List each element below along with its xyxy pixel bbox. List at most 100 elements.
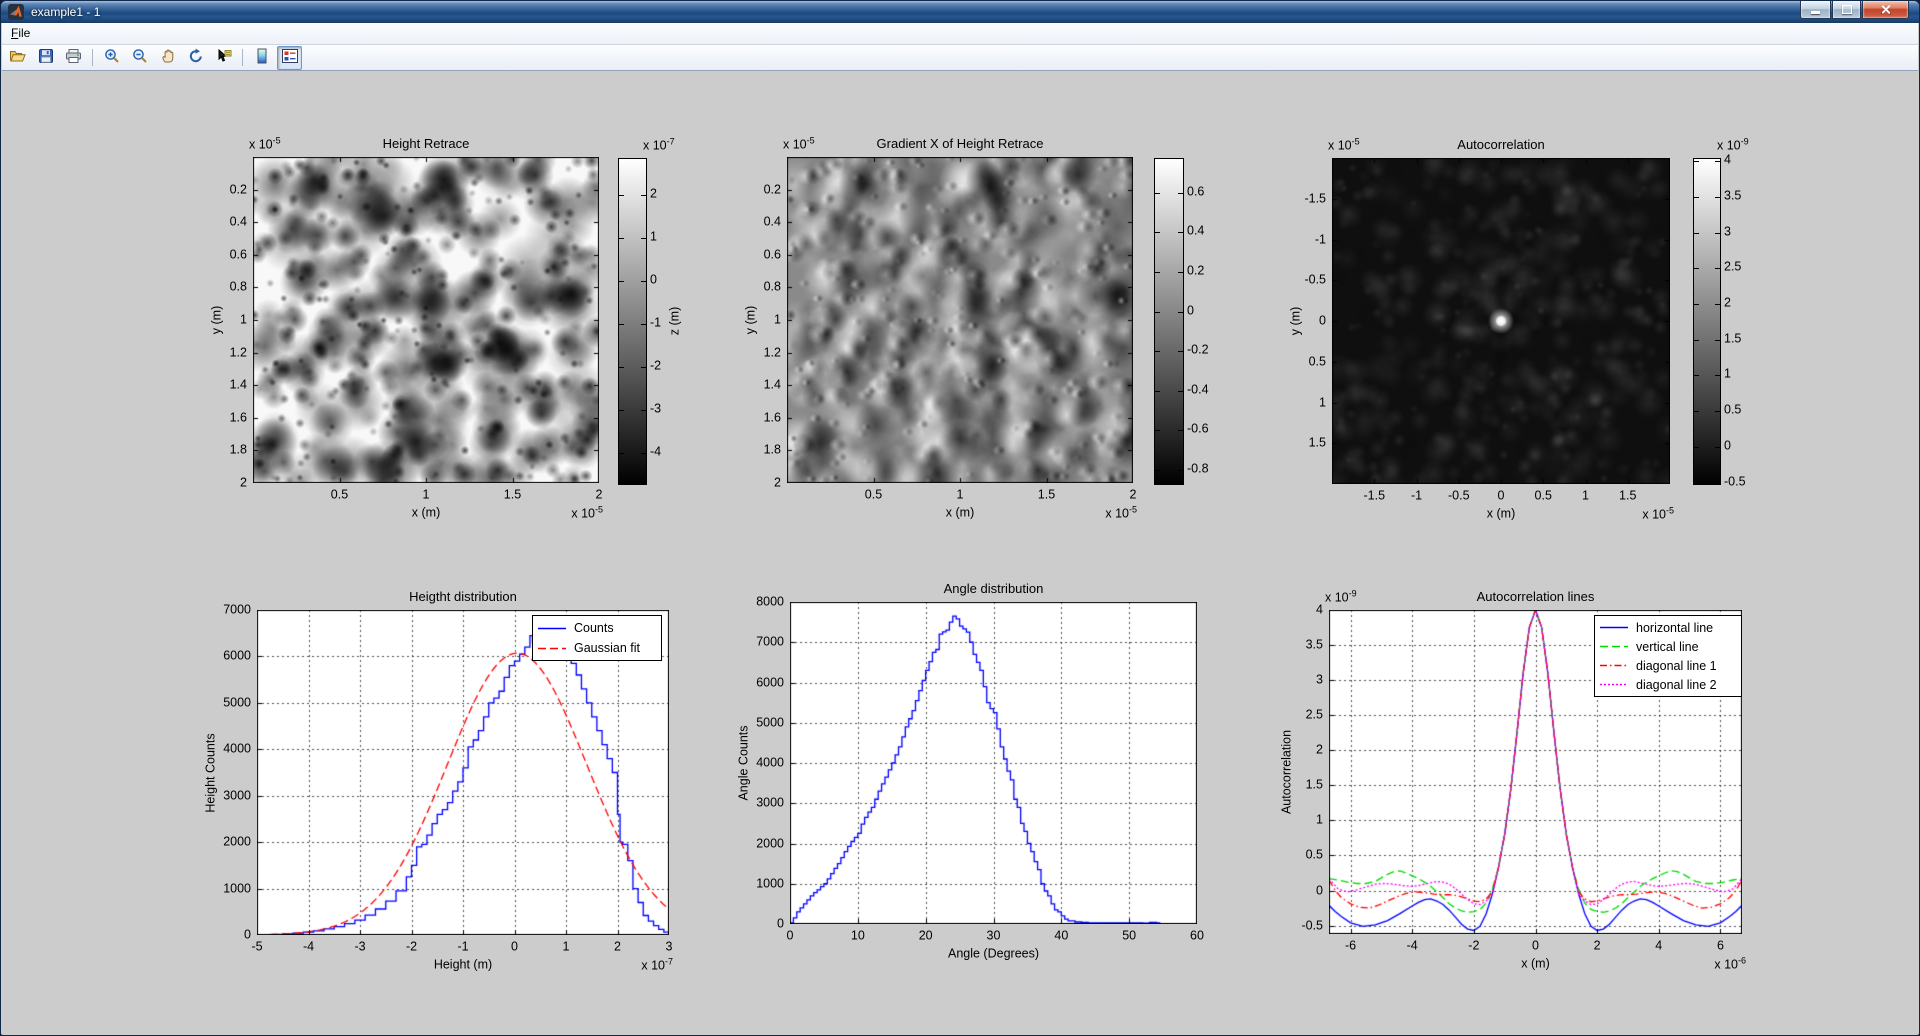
y-tick-label: -1.5 bbox=[1304, 192, 1326, 205]
colorbar-tick bbox=[1715, 483, 1720, 484]
y-axis-exponent: x 10-5 bbox=[249, 136, 281, 151]
legend-label: horizontal line bbox=[1636, 621, 1713, 635]
y-axis-label: Angle Counts bbox=[737, 725, 750, 800]
y-tick-label: 5000 bbox=[223, 696, 251, 709]
y-tick-label: 1.8 bbox=[764, 444, 781, 457]
colorbar-tick bbox=[1178, 193, 1183, 194]
colorbar-tick-label: 1 bbox=[650, 230, 657, 243]
y-tick-label: 1.2 bbox=[764, 346, 781, 359]
legend[interactable]: horizontal linevertical linediagonal lin… bbox=[1594, 615, 1742, 697]
print-button[interactable] bbox=[61, 46, 86, 70]
y-axis-exponent: x 10-9 bbox=[1325, 589, 1357, 604]
colorbar-tick bbox=[619, 324, 624, 325]
colorbar-tick-label: 4 bbox=[1724, 153, 1731, 166]
colorbar-tick bbox=[1178, 232, 1183, 233]
colorbar-tick-label: 0.5 bbox=[1724, 403, 1741, 416]
colorbar-tick bbox=[641, 367, 646, 368]
height-retrace-image[interactable] bbox=[253, 157, 599, 483]
colorbar[interactable] bbox=[1693, 158, 1721, 485]
legend-entry: diagonal line 1 bbox=[1599, 656, 1737, 675]
legend-line-sample bbox=[1599, 661, 1629, 670]
x-axis-exponent: x 10-6 bbox=[1714, 956, 1746, 971]
zoom-in-button[interactable] bbox=[99, 46, 124, 70]
legend-label: diagonal line 1 bbox=[1636, 659, 1717, 673]
x-tick-label: -1.5 bbox=[1363, 489, 1385, 502]
print-icon bbox=[65, 48, 82, 69]
colorbar-tick bbox=[1155, 430, 1160, 431]
colorbar-tick bbox=[1694, 447, 1699, 448]
x-tick-label: -2 bbox=[1468, 939, 1479, 952]
y-tick-label: 0.8 bbox=[230, 281, 247, 294]
colorbar-tick-label: -0.2 bbox=[1187, 343, 1209, 356]
colorbar-tick bbox=[641, 324, 646, 325]
figure-canvas-area: Height Retrace0.511.520.20.40.60.811.21.… bbox=[2, 71, 1918, 1034]
legend-line-sample bbox=[1599, 623, 1629, 632]
autocorrelation-image[interactable] bbox=[1332, 158, 1670, 484]
colorbar-tick bbox=[641, 195, 646, 196]
y-tick-label: 0.4 bbox=[764, 216, 781, 229]
y-tick-label: 0 bbox=[244, 928, 251, 941]
colorbar-exponent: x 10-9 bbox=[1717, 137, 1749, 152]
colorbar-tick bbox=[619, 281, 624, 282]
minimize-button[interactable] bbox=[1800, 1, 1831, 19]
y-tick-label: 2 bbox=[774, 476, 781, 489]
colorbar[interactable] bbox=[618, 158, 647, 485]
gradient-x-image[interactable] bbox=[787, 157, 1133, 483]
legend[interactable]: CountsGaussian fit bbox=[532, 615, 662, 661]
y-tick-label: 1000 bbox=[756, 877, 784, 890]
zoom-out-button[interactable] bbox=[127, 46, 152, 70]
save-button[interactable] bbox=[33, 46, 58, 70]
menu-item-file[interactable]: File bbox=[2, 23, 39, 42]
colorbar-tick bbox=[619, 410, 624, 411]
pan-button[interactable] bbox=[155, 46, 180, 70]
y-axis-label: Autocorrelation bbox=[1280, 730, 1293, 814]
folder-open-icon bbox=[9, 48, 27, 69]
colorbar-tick bbox=[1178, 272, 1183, 273]
legend-entry: horizontal line bbox=[1599, 618, 1737, 637]
y-tick-label: 3 bbox=[1316, 674, 1323, 687]
colorbar-tick bbox=[1715, 447, 1720, 448]
colorbar-tick-label: -2 bbox=[650, 359, 661, 372]
x-axis-label: x (m) bbox=[946, 506, 974, 519]
plot-title: Angle distribution bbox=[944, 582, 1044, 596]
x-tick-label: 0.5 bbox=[331, 488, 348, 501]
toolbar-separator bbox=[242, 49, 243, 66]
colorbar-tick bbox=[1715, 340, 1720, 341]
plot-angle-distribution[interactable] bbox=[790, 602, 1197, 924]
y-axis-label: y (m) bbox=[744, 306, 757, 334]
y-tick-label: 5000 bbox=[756, 716, 784, 729]
y-tick-label: 0.2 bbox=[230, 183, 247, 196]
data-cursor-button[interactable] bbox=[211, 46, 236, 70]
x-tick-label: -6 bbox=[1345, 939, 1356, 952]
colorbar[interactable] bbox=[1154, 158, 1184, 485]
y-tick-label: 1.4 bbox=[230, 379, 247, 392]
y-tick-label: 1.8 bbox=[230, 444, 247, 457]
rotate-3d-icon bbox=[188, 48, 204, 69]
y-axis-exponent: x 10-5 bbox=[783, 136, 815, 151]
colorbar-exponent: x 10-7 bbox=[643, 137, 675, 152]
colorbar-tick-label: 1.5 bbox=[1724, 332, 1741, 345]
open-button[interactable] bbox=[5, 46, 30, 70]
y-tick-label: 7000 bbox=[223, 603, 251, 616]
colorbar-tick bbox=[1715, 411, 1720, 412]
insert-legend-button[interactable] bbox=[277, 46, 302, 70]
pan-hand-icon bbox=[160, 48, 176, 69]
plot-title: Autocorrelation lines bbox=[1477, 590, 1595, 604]
restore-button[interactable] bbox=[1832, 1, 1861, 19]
x-tick-label: 60 bbox=[1190, 929, 1204, 942]
insert-colorbar-button[interactable] bbox=[249, 46, 274, 70]
close-button[interactable] bbox=[1862, 1, 1909, 19]
legend-line-sample bbox=[537, 624, 567, 633]
x-tick-label: 1.5 bbox=[1038, 488, 1055, 501]
legend-label: Gaussian fit bbox=[574, 641, 640, 655]
y-tick-label: 2000 bbox=[223, 836, 251, 849]
rotate-3d-button[interactable] bbox=[183, 46, 208, 70]
title-bar[interactable]: example1 - 1 bbox=[1, 1, 1919, 23]
legend-line-sample bbox=[1599, 680, 1629, 689]
colorbar-tick bbox=[1155, 312, 1160, 313]
x-tick-label: 3 bbox=[666, 940, 673, 953]
menu-bar: File bbox=[2, 23, 1918, 45]
colorbar-tick-label: 0 bbox=[1187, 304, 1194, 317]
toolbar-separator bbox=[92, 49, 93, 66]
colorbar-tick bbox=[1694, 233, 1699, 234]
